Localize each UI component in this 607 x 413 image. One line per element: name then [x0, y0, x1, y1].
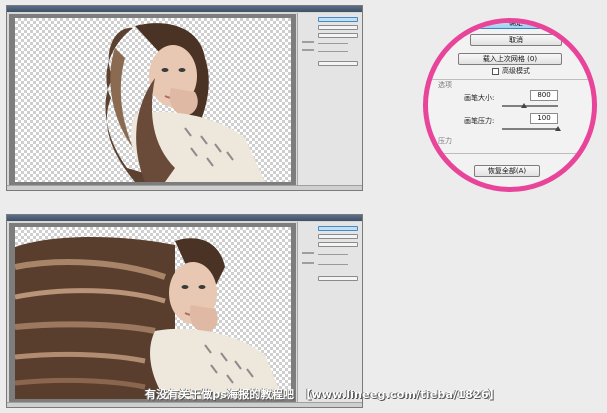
mini-slider[interactable]: [318, 264, 348, 265]
transparency-canvas[interactable]: [14, 227, 291, 399]
liquify-window-top: [6, 5, 363, 191]
mini-ok-button[interactable]: [318, 17, 358, 22]
zoom-highlight-circle: 确定 取消 载入上次网格 (0) 高级模式 选项 画笔大小: 800 画笔压力:…: [423, 18, 597, 192]
model-photo-liquified: [14, 237, 283, 399]
mini-load-mesh-button[interactable]: [318, 242, 358, 247]
divider: [428, 79, 592, 80]
mini-slider[interactable]: [318, 254, 348, 255]
zoomed-options-panel: 确定 取消 载入上次网格 (0) 高级模式 选项 画笔大小: 800 画笔压力:…: [428, 23, 592, 187]
divider: [428, 153, 592, 154]
brush-size-label: 画笔大小:: [464, 94, 495, 102]
canvas-area[interactable]: [9, 14, 296, 186]
window-titlebar: [7, 215, 362, 221]
mini-label: [302, 41, 314, 43]
pressure-heading: 压力: [438, 137, 452, 145]
mini-label: [302, 262, 314, 264]
mini-slider[interactable]: [318, 51, 348, 52]
canvas-area[interactable]: [9, 223, 296, 403]
brush-pressure-slider-thumb[interactable]: [555, 126, 561, 131]
advanced-mode-label: 高级模式: [502, 67, 530, 75]
tool-options-panel: [297, 13, 362, 188]
brush-size-slider-thumb[interactable]: [521, 103, 528, 108]
mini-label: [302, 49, 314, 51]
ok-button[interactable]: 确定: [470, 23, 562, 29]
mini-load-mesh-button[interactable]: [318, 33, 358, 38]
mini-slider[interactable]: [318, 43, 348, 44]
mini-restore-button[interactable]: [318, 276, 358, 281]
mini-cancel-button[interactable]: [318, 25, 358, 30]
transparency-canvas[interactable]: [15, 18, 291, 183]
brush-size-input[interactable]: 800: [530, 90, 558, 101]
restore-all-button[interactable]: 恢复全部(A): [474, 165, 540, 177]
window-titlebar: [7, 6, 362, 12]
watermark-caption: 有没有关于做ps海报的教程吧 【www.lineeg.com/tieba/1826…: [145, 386, 500, 402]
screenshot-canvas: 确定 取消 载入上次网格 (0) 高级模式 选项 画笔大小: 800 画笔压力:…: [0, 0, 607, 413]
caption-url[interactable]: 【www.lineeg.com/tieba/1826】: [300, 388, 500, 401]
mini-ok-button[interactable]: [318, 226, 358, 231]
options-heading: 选项: [438, 81, 452, 89]
brush-pressure-slider[interactable]: [502, 128, 558, 130]
cancel-button[interactable]: 取消: [470, 34, 562, 46]
caption-text: 有没有关于做ps海报的教程吧: [145, 388, 295, 401]
status-bar: [7, 402, 362, 407]
model-photo: [105, 23, 265, 183]
liquify-window-bottom: [6, 214, 363, 408]
mini-label: [302, 252, 314, 254]
brush-size-slider[interactable]: [502, 105, 558, 107]
mini-restore-button[interactable]: [318, 61, 358, 66]
status-bar: [7, 185, 362, 190]
advanced-mode-checkbox[interactable]: [492, 68, 499, 75]
brush-pressure-input[interactable]: 100: [530, 113, 558, 124]
mini-cancel-button[interactable]: [318, 234, 358, 239]
load-last-mesh-button[interactable]: 载入上次网格 (0): [458, 53, 562, 65]
brush-pressure-label: 画笔压力:: [464, 117, 495, 125]
tool-options-panel: [297, 222, 362, 405]
